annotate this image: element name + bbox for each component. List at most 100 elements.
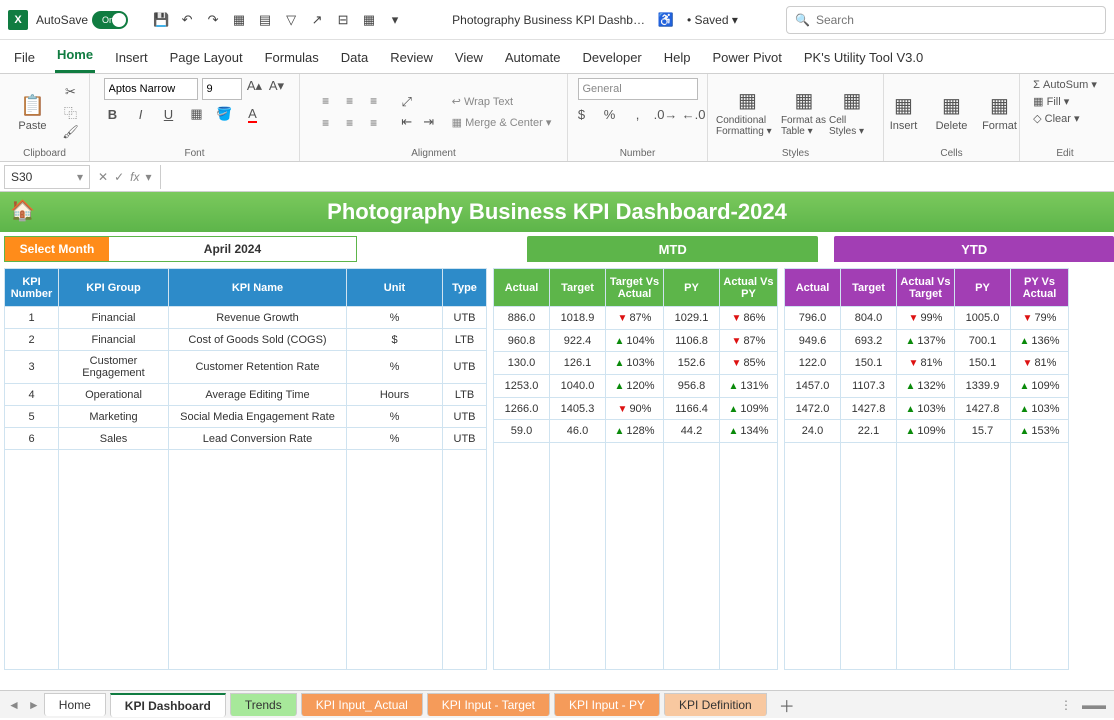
formula-input[interactable]: [160, 165, 1114, 189]
cell-mtd-tvsa[interactable]: ▲120%: [606, 375, 664, 398]
cell-mtd-tvsa[interactable]: ▲128%: [606, 420, 664, 443]
sheet-tab-input-target[interactable]: KPI Input - Target: [427, 693, 550, 716]
cell-mtd-py[interactable]: 1029.1: [664, 307, 720, 330]
table-row[interactable]: 2 Financial Cost of Goods Sold (COGS) $ …: [5, 329, 487, 351]
cell-mtd-avp[interactable]: ▼86%: [720, 307, 778, 330]
orientation-icon[interactable]: ⤢: [398, 94, 416, 110]
align-right-icon[interactable]: ≡: [364, 114, 384, 132]
table-row[interactable]: 796.0 804.0 ▼99% 1005.0 ▼79%: [785, 307, 1069, 330]
cut-icon[interactable]: ✂: [62, 84, 80, 100]
sheet-tab-input-py[interactable]: KPI Input - PY: [554, 693, 660, 716]
font-size-select[interactable]: [202, 78, 242, 100]
cell-kpi-group[interactable]: Financial: [59, 307, 169, 329]
tab-help[interactable]: Help: [662, 44, 693, 73]
cell-mtd-target[interactable]: 1018.9: [550, 307, 606, 330]
tab-developer[interactable]: Developer: [581, 44, 644, 73]
cell-mtd-actual[interactable]: 1266.0: [494, 397, 550, 420]
cell-mtd-py[interactable]: 44.2: [664, 420, 720, 443]
save-icon[interactable]: 💾: [152, 11, 170, 29]
cell-ytd-py[interactable]: 1005.0: [955, 307, 1011, 330]
cell-type[interactable]: LTB: [443, 329, 487, 351]
merge-center-button[interactable]: ▦ Merge & Center ▾: [452, 116, 552, 129]
sheet-nav-prev-icon[interactable]: ◄: [8, 698, 20, 712]
cell-ytd-target[interactable]: 1107.3: [841, 375, 897, 398]
table-row[interactable]: 3 Customer Engagement Customer Retention…: [5, 351, 487, 384]
name-box-chevron-icon[interactable]: ▾: [77, 170, 83, 184]
cell-kpi-group[interactable]: Operational: [59, 384, 169, 406]
name-box[interactable]: S30 ▾: [4, 165, 90, 189]
cell-mtd-avp[interactable]: ▼87%: [720, 329, 778, 352]
table-row[interactable]: 4 Operational Average Editing Time Hours…: [5, 384, 487, 406]
cell-ytd-py[interactable]: 15.7: [955, 420, 1011, 443]
cell-kpi-name[interactable]: Customer Retention Rate: [169, 351, 347, 384]
bold-icon[interactable]: B: [104, 106, 122, 122]
underline-icon[interactable]: U: [160, 106, 178, 122]
cell-mtd-target[interactable]: 46.0: [550, 420, 606, 443]
cell-mtd-target[interactable]: 1040.0: [550, 375, 606, 398]
cell-unit[interactable]: %: [347, 428, 443, 450]
indent-increase-icon[interactable]: ⇥: [420, 114, 438, 130]
cell-type[interactable]: UTB: [443, 406, 487, 428]
cell-kpi-num[interactable]: 1: [5, 307, 59, 329]
cell-unit[interactable]: $: [347, 329, 443, 351]
cell-ytd-target[interactable]: 693.2: [841, 329, 897, 352]
cell-ytd-py[interactable]: 1427.8: [955, 397, 1011, 420]
cell-ytd-actual[interactable]: 949.6: [785, 329, 841, 352]
cell-styles-button[interactable]: ▦Cell Styles ▾: [829, 88, 875, 137]
cell-mtd-py[interactable]: 956.8: [664, 375, 720, 398]
cell-kpi-num[interactable]: 5: [5, 406, 59, 428]
tab-home[interactable]: Home: [55, 41, 95, 73]
fill-color-icon[interactable]: 🪣: [216, 106, 234, 122]
cell-type[interactable]: UTB: [443, 428, 487, 450]
qat-icon-6[interactable]: ▦: [360, 11, 378, 29]
decrease-decimal-icon[interactable]: ←.0: [685, 106, 703, 122]
cell-type[interactable]: LTB: [443, 384, 487, 406]
cell-mtd-avp[interactable]: ▲109%: [720, 397, 778, 420]
cell-mtd-actual[interactable]: 886.0: [494, 307, 550, 330]
cell-ytd-actual[interactable]: 24.0: [785, 420, 841, 443]
tab-insert[interactable]: Insert: [113, 44, 150, 73]
cell-kpi-group[interactable]: Sales: [59, 428, 169, 450]
tab-view[interactable]: View: [453, 44, 485, 73]
search-input[interactable]: [816, 13, 1097, 27]
month-selector[interactable]: Select Month April 2024: [4, 236, 357, 262]
cell-type[interactable]: UTB: [443, 351, 487, 384]
cell-ytd-avt[interactable]: ▼99%: [897, 307, 955, 330]
qat-icon-2[interactable]: ▤: [256, 11, 274, 29]
cell-mtd-actual[interactable]: 130.0: [494, 352, 550, 375]
qat-icon-3[interactable]: ▽: [282, 11, 300, 29]
cell-unit[interactable]: Hours: [347, 384, 443, 406]
cell-kpi-name[interactable]: Social Media Engagement Rate: [169, 406, 347, 428]
sheet-tab-home[interactable]: Home: [44, 693, 106, 716]
indent-decrease-icon[interactable]: ⇤: [398, 114, 416, 130]
cell-unit[interactable]: %: [347, 406, 443, 428]
qat-icon-7[interactable]: ▾: [386, 11, 404, 29]
font-name-select[interactable]: [104, 78, 198, 100]
cell-kpi-name[interactable]: Cost of Goods Sold (COGS): [169, 329, 347, 351]
table-row[interactable]: 5 Marketing Social Media Engagement Rate…: [5, 406, 487, 428]
tab-automate[interactable]: Automate: [503, 44, 563, 73]
sheet-nav-next-icon[interactable]: ►: [28, 698, 40, 712]
align-mid-icon[interactable]: ≡: [340, 92, 360, 110]
cell-mtd-target[interactable]: 922.4: [550, 329, 606, 352]
increase-font-icon[interactable]: A▴: [246, 78, 264, 94]
cell-ytd-actual[interactable]: 796.0: [785, 307, 841, 330]
conditional-formatting-button[interactable]: ▦Conditional Formatting ▾: [716, 88, 779, 137]
cell-ytd-avt[interactable]: ▲109%: [897, 420, 955, 443]
cell-ytd-pva[interactable]: ▲109%: [1011, 375, 1069, 398]
undo-icon[interactable]: ↶: [178, 11, 196, 29]
fill-button[interactable]: ▦ Fill ▾: [1033, 95, 1069, 108]
fx-icon[interactable]: fx: [130, 170, 139, 184]
cell-kpi-name[interactable]: Lead Conversion Rate: [169, 428, 347, 450]
cell-mtd-actual[interactable]: 59.0: [494, 420, 550, 443]
font-color-icon[interactable]: A: [244, 106, 262, 122]
cell-ytd-avt[interactable]: ▲137%: [897, 329, 955, 352]
table-row[interactable]: 24.0 22.1 ▲109% 15.7 ▲153%: [785, 420, 1069, 443]
format-cells-button[interactable]: ▦Format: [977, 93, 1023, 132]
cell-unit[interactable]: %: [347, 351, 443, 384]
table-row[interactable]: 949.6 693.2 ▲137% 700.1 ▲136%: [785, 329, 1069, 352]
tab-formulas[interactable]: Formulas: [263, 44, 321, 73]
cell-unit[interactable]: %: [347, 307, 443, 329]
table-row[interactable]: 1253.0 1040.0 ▲120% 956.8 ▲131%: [494, 375, 778, 398]
delete-cells-button[interactable]: ▦Delete: [929, 93, 975, 132]
